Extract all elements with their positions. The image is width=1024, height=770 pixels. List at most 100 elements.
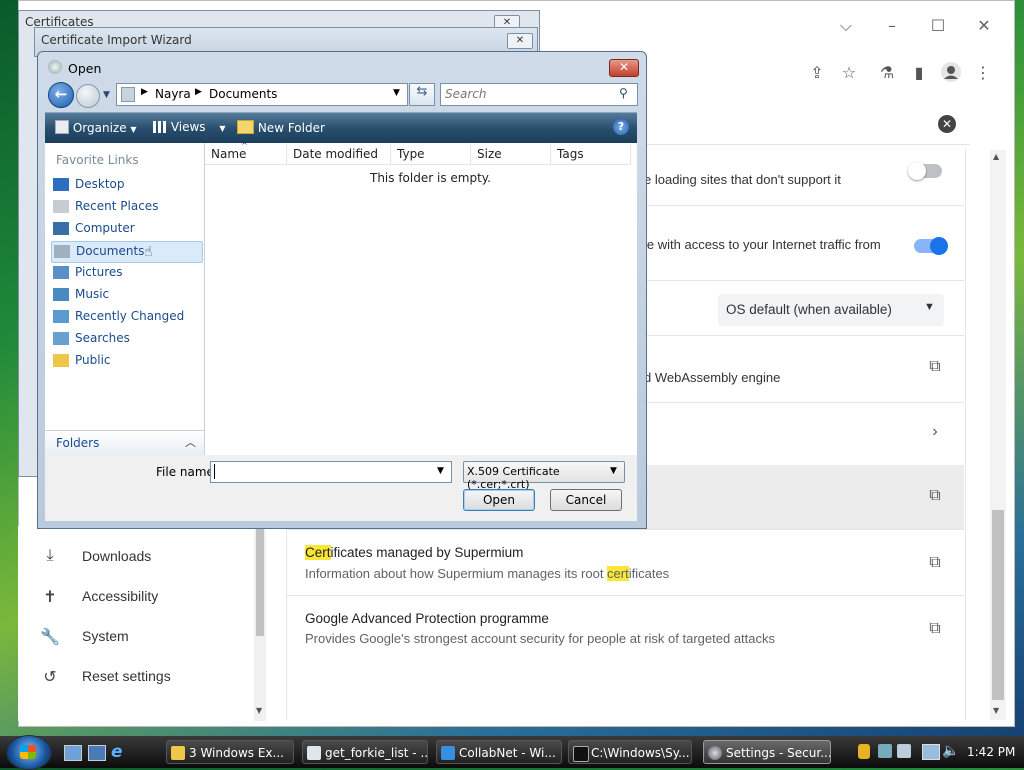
wrench-icon: 🔧: [40, 629, 60, 646]
fav-desktop[interactable]: Desktop: [51, 175, 201, 195]
external-link-icon: ⧉: [929, 487, 941, 504]
forward-arrow-icon[interactable]: [76, 84, 100, 108]
column-header-date[interactable]: Date modified: [287, 143, 391, 165]
column-header-tags[interactable]: Tags: [551, 143, 631, 165]
fav-computer[interactable]: Computer: [51, 219, 201, 239]
fav-music[interactable]: Music: [51, 285, 201, 305]
settings-row-certificates-managed[interactable]: Certificates managed by Supermium Inform…: [286, 530, 964, 596]
clock[interactable]: 1:42 PM: [967, 745, 1015, 759]
breadcrumb-item[interactable]: Documents: [209, 87, 277, 101]
scroll-thumb[interactable]: [992, 510, 1004, 700]
row-text: le with access to your Internet traffic …: [644, 237, 881, 252]
toggle-https[interactable]: [908, 162, 942, 180]
address-bar[interactable]: ▶ Nayra ▶ Documents ▼: [116, 83, 408, 106]
clear-search-icon[interactable]: ✕: [938, 115, 956, 133]
new-folder-label: New Folder: [257, 121, 325, 135]
task-label: get_forkie_list - ...: [325, 746, 428, 760]
open-button[interactable]: Open: [463, 489, 535, 511]
taskbar-item-cmd[interactable]: C:\Windows\Sy...: [568, 740, 692, 764]
dns-provider-dropdown[interactable]: OS default (when available) ▼: [718, 294, 944, 326]
sidepanel-icon[interactable]: ▮: [907, 61, 931, 85]
recent-places-icon: [53, 200, 69, 213]
share-icon[interactable]: ⇪: [805, 61, 829, 85]
file-type-select[interactable]: X.509 Certificate (*.cer;*.crt) ▼: [463, 461, 625, 491]
sidebar-item-accessibility[interactable]: ✝ Accessibility: [40, 579, 260, 615]
dropdown-value: OS default (when available): [726, 302, 892, 317]
taskbar-item-ie[interactable]: CollabNet - Wi...: [436, 740, 562, 764]
close-icon[interactable]: ✕: [609, 59, 639, 77]
start-button[interactable]: [6, 735, 52, 770]
breadcrumb-item[interactable]: Nayra: [155, 87, 191, 101]
help-icon[interactable]: ?: [613, 119, 629, 135]
sidebar-item-downloads[interactable]: ⤓ Downloads: [40, 539, 260, 575]
taskbar-item-notepad[interactable]: get_forkie_list - ...: [302, 740, 428, 764]
scroll-thumb[interactable]: [256, 526, 264, 636]
fav-public[interactable]: Public: [51, 351, 201, 371]
switch-windows-icon[interactable]: [88, 745, 106, 761]
minimize-icon[interactable]: –: [877, 13, 907, 39]
scroll-down-icon[interactable]: ▼: [256, 706, 262, 715]
organize-button[interactable]: Organize ▼: [55, 120, 137, 135]
maximize-icon[interactable]: ☐: [923, 13, 953, 39]
command-bar: Organize ▼ Views ▼ New Folder ?: [45, 112, 637, 143]
column-header-name[interactable]: Name ^: [205, 141, 287, 165]
internet-explorer-icon[interactable]: e: [111, 742, 123, 762]
close-icon[interactable]: ✕: [507, 33, 533, 49]
sidebar-scrollbar[interactable]: ▼: [254, 526, 266, 721]
show-desktop-icon[interactable]: [64, 745, 82, 761]
sidebar-item-reset[interactable]: ↺ Reset settings: [40, 659, 260, 695]
sidebar-item-system[interactable]: 🔧 System: [40, 619, 260, 655]
new-folder-button[interactable]: New Folder: [237, 120, 325, 135]
windows-logo-icon: [20, 745, 36, 759]
volume-icon[interactable]: 🔈: [942, 743, 959, 759]
chevron-down-icon[interactable]: ▼: [393, 88, 400, 98]
dialog-bottom-panel: File name: ▼ X.509 Certificate (*.cer;*.…: [45, 455, 637, 521]
views-button[interactable]: Views ▼: [153, 120, 226, 134]
folders-toggle[interactable]: Folders ︿: [45, 430, 204, 455]
column-header-size[interactable]: Size: [471, 143, 551, 165]
profile-icon[interactable]: [939, 61, 963, 85]
main-scrollbar[interactable]: ▲ ▼: [990, 150, 1006, 720]
hand-cursor-icon: ☝: [144, 244, 153, 260]
scroll-up-icon[interactable]: ▲: [993, 152, 999, 161]
text-cursor: [214, 464, 215, 479]
fav-recently-changed[interactable]: Recently Changed: [51, 307, 201, 327]
file-type-value: X.509 Certificate (*.cer;*.crt): [467, 465, 560, 491]
menu-icon[interactable]: ⋮: [971, 61, 995, 85]
command-prompt-icon: [573, 746, 589, 762]
taskbar-item-explorer[interactable]: 3 Windows Ex...: [166, 740, 294, 764]
network-icon[interactable]: [922, 744, 940, 760]
tray-app-icon[interactable]: [897, 744, 911, 758]
tray-app-icon[interactable]: [878, 744, 892, 758]
close-icon[interactable]: ✕: [969, 13, 999, 39]
search-icon[interactable]: ⚲: [619, 86, 628, 100]
fav-pictures[interactable]: Pictures: [51, 263, 201, 283]
fav-label: Searches: [75, 331, 130, 345]
fav-label: Documents: [76, 244, 145, 258]
pictures-icon: [53, 266, 69, 279]
chevron-down-icon[interactable]: ⌵: [831, 13, 861, 39]
column-header-type[interactable]: Type: [391, 143, 471, 165]
flask-icon[interactable]: ⚗: [875, 61, 899, 85]
file-name-input[interactable]: ▼: [210, 461, 452, 483]
favorite-links-header: Favorite Links: [56, 153, 139, 167]
fav-searches[interactable]: Searches: [51, 329, 201, 349]
file-list[interactable]: Name ^ Date modified Type Size Tags This …: [205, 141, 637, 455]
shield-icon[interactable]: [858, 744, 870, 759]
fav-documents[interactable]: Documents ☝: [51, 241, 203, 263]
chevron-down-icon[interactable]: ▼: [437, 466, 444, 476]
taskbar-item-settings[interactable]: Settings - Secur...: [703, 740, 831, 764]
external-link-icon: ⧉: [929, 620, 941, 637]
cancel-button[interactable]: Cancel: [550, 489, 622, 511]
refresh-icon[interactable]: ⇆: [409, 83, 435, 106]
history-dropdown-icon[interactable]: ▼: [103, 90, 110, 100]
toggle-dns[interactable]: [914, 237, 948, 255]
search-input[interactable]: Search ⚲: [440, 83, 638, 106]
fav-recent-places[interactable]: Recent Places: [51, 197, 201, 217]
caret-down-icon: ▼: [924, 301, 935, 313]
star-icon[interactable]: ☆: [837, 61, 861, 85]
search-highlight: Cert: [305, 545, 331, 560]
scroll-down-icon[interactable]: ▼: [993, 706, 999, 715]
settings-row-advanced-protection[interactable]: Google Advanced Protection programme Pro…: [286, 596, 964, 660]
back-arrow-icon[interactable]: ←: [48, 82, 74, 108]
